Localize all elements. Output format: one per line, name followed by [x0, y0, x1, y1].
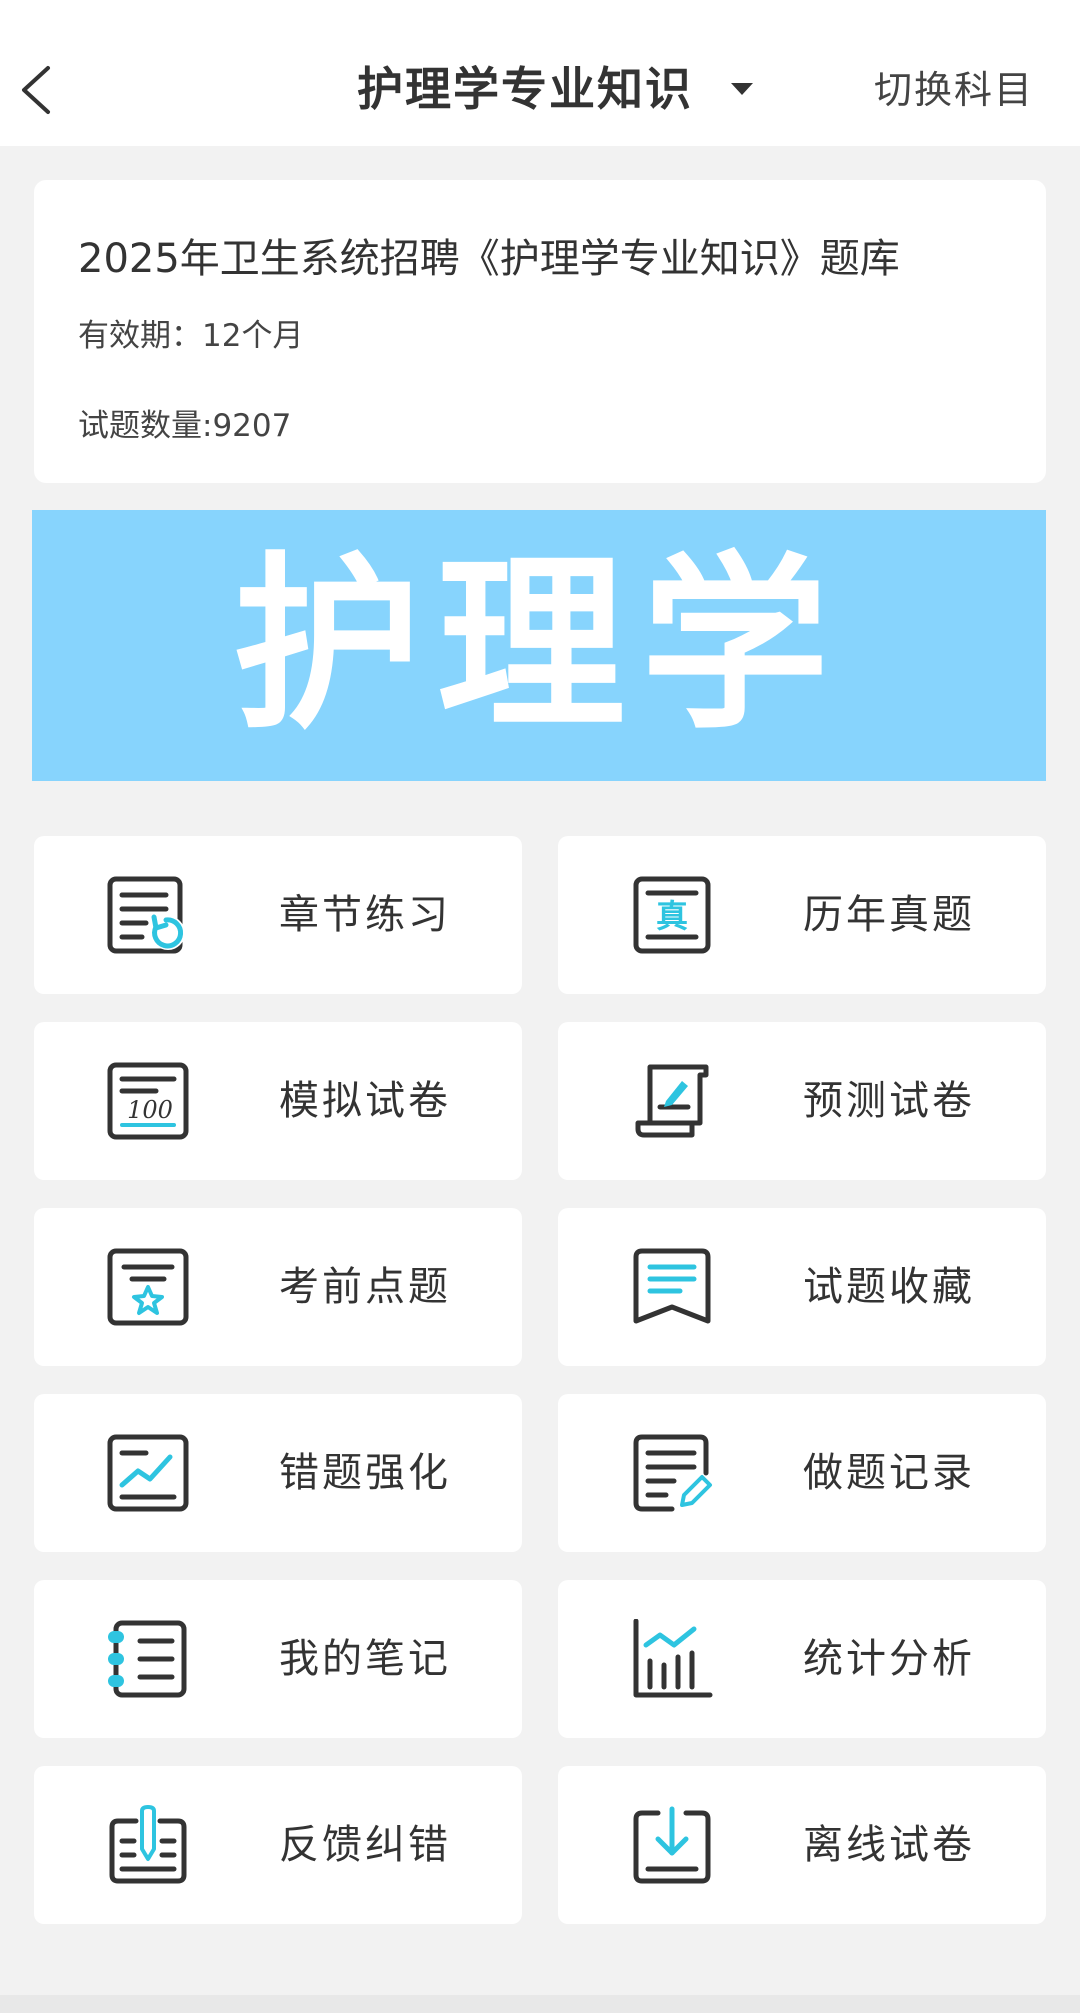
chapter-practice-icon — [107, 876, 185, 954]
menu-item-forecast-exam[interactable]: 预测试卷 — [558, 1022, 1046, 1180]
question-count: 试题数量:9207 — [78, 408, 292, 444]
menu-item-label: 统计分析 — [803, 1636, 975, 1682]
question-bank-title: 2025年卫生系统招聘《护理学专业知识》题库 — [78, 236, 900, 282]
menu-item-feedback[interactable]: 反馈纠错 — [34, 1766, 522, 1924]
menu-item-label: 做题记录 — [803, 1450, 975, 1496]
menu-item-chapter-practice[interactable]: 章节练习 — [34, 836, 522, 994]
notebook-icon — [108, 1620, 187, 1698]
page-title: 护理学专业知识 — [357, 62, 693, 116]
question-bank-info-card: 2025年卫生系统招聘《护理学专业知识》题库 有效期：12个月 试题数量:920… — [34, 180, 1046, 483]
menu-item-label: 我的笔记 — [279, 1636, 451, 1682]
banner-text: 护理学 — [233, 535, 845, 755]
validity-period: 有效期：12个月 — [78, 318, 304, 354]
menu-item-practice-record[interactable]: 做题记录 — [558, 1394, 1046, 1552]
download-icon — [633, 1806, 711, 1884]
menu-item-past-exam[interactable]: 真 历年真题 — [558, 836, 1046, 994]
wrong-questions-icon — [107, 1434, 189, 1512]
menu-item-label: 章节练习 — [279, 892, 451, 938]
menu-item-statistics[interactable]: 统计分析 — [558, 1580, 1046, 1738]
feedback-icon — [109, 1805, 187, 1884]
forecast-exam-icon — [635, 1064, 709, 1138]
menu-item-mock-exam[interactable]: 100 模拟试卷 — [34, 1022, 522, 1180]
subject-banner: 护理学 — [32, 510, 1046, 781]
menu-item-label: 考前点题 — [279, 1264, 451, 1310]
menu-item-label: 预测试卷 — [803, 1078, 975, 1124]
menu-item-label: 错题强化 — [279, 1450, 451, 1496]
bottom-edge — [0, 1995, 1080, 2013]
menu-item-notebook[interactable]: 我的笔记 — [34, 1580, 522, 1738]
menu-item-label: 反馈纠错 — [279, 1822, 451, 1868]
menu-item-offline-exam[interactable]: 离线试卷 — [558, 1766, 1046, 1924]
menu-item-label: 历年真题 — [803, 892, 975, 938]
svg-text:100: 100 — [127, 1096, 173, 1124]
statistics-icon — [633, 1619, 713, 1698]
menu-item-label: 试题收藏 — [803, 1264, 975, 1310]
switch-subject-button[interactable]: 切换科目 — [874, 60, 1034, 120]
svg-text:真: 真 — [656, 897, 688, 935]
menu-item-label: 模拟试卷 — [279, 1078, 451, 1124]
top-bar: 护理学专业知识 切换科目 — [0, 0, 1080, 146]
feature-grid: 章节练习 真 历年真题 100 模拟试卷 预测试卷 考前点题 试题收藏 错题强化… — [34, 836, 1046, 1924]
practice-record-icon — [633, 1434, 712, 1512]
menu-item-wrong-questions[interactable]: 错题强化 — [34, 1394, 522, 1552]
mock-exam-icon: 100 — [107, 1062, 189, 1140]
menu-item-key-points[interactable]: 考前点题 — [34, 1208, 522, 1366]
past-exam-icon: 真 — [633, 876, 711, 954]
menu-item-label: 离线试卷 — [803, 1822, 975, 1868]
menu-item-bookmark[interactable]: 试题收藏 — [558, 1208, 1046, 1366]
bookmark-icon — [633, 1248, 711, 1324]
caret-down-icon — [731, 83, 753, 95]
key-points-icon — [107, 1248, 189, 1326]
